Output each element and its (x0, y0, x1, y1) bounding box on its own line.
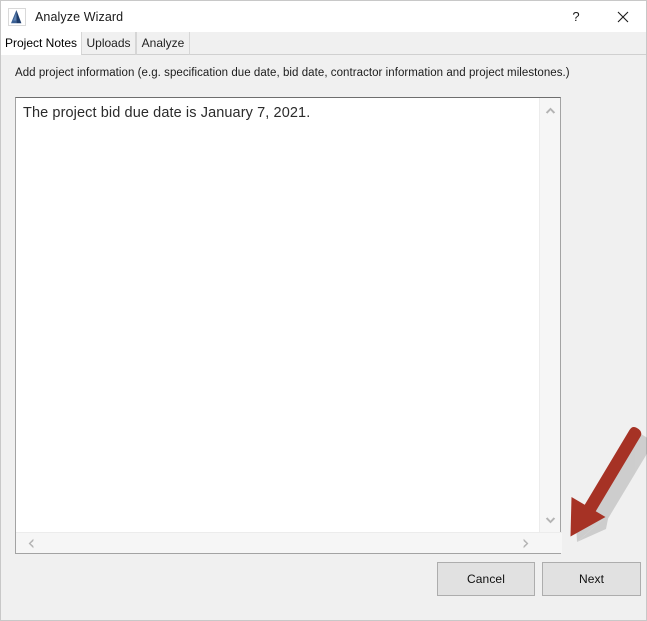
analyze-wizard-dialog: Analyze Wizard ? Project Notes Uploads A… (0, 0, 647, 621)
annotation-arrow-icon (551, 425, 647, 565)
chevron-left-icon (28, 538, 34, 548)
project-notes-value: The project bid due date is January 7, 2… (23, 105, 311, 121)
cancel-button-label: Cancel (467, 572, 505, 586)
next-button[interactable]: Next (542, 562, 641, 596)
tab-uploads[interactable]: Uploads (81, 32, 136, 55)
tab-strip: Project Notes Uploads Analyze (1, 32, 646, 55)
tab-label: Analyze (141, 36, 185, 50)
chevron-up-icon (545, 107, 556, 114)
horizontal-scrollbar[interactable] (16, 532, 562, 553)
tab-label: Uploads (86, 36, 131, 50)
help-icon: ? (572, 9, 580, 24)
close-icon (617, 11, 628, 22)
tab-project-notes[interactable]: Project Notes (1, 32, 81, 55)
tab-label: Project Notes (4, 35, 78, 50)
scroll-left-button[interactable] (20, 533, 41, 553)
scroll-right-button[interactable] (516, 533, 537, 553)
help-button[interactable]: ? (553, 1, 599, 32)
close-button[interactable] (599, 1, 646, 32)
vertical-scrollbar[interactable] (539, 98, 560, 533)
cancel-button[interactable]: Cancel (437, 562, 535, 596)
scroll-down-button[interactable] (540, 511, 561, 530)
tab-analyze[interactable]: Analyze (136, 32, 190, 55)
scroll-up-button[interactable] (540, 101, 561, 120)
next-button-label: Next (578, 572, 605, 586)
chevron-down-icon (545, 517, 556, 524)
chevron-right-icon (523, 538, 529, 548)
analyze-app-icon (8, 7, 26, 26)
project-notes-textarea[interactable]: The project bid due date is January 7, 2… (15, 97, 562, 554)
title-bar: Analyze Wizard ? (1, 1, 646, 32)
instruction-text: Add project information (e.g. specificat… (15, 67, 570, 79)
window-title: Analyze Wizard (35, 9, 124, 24)
